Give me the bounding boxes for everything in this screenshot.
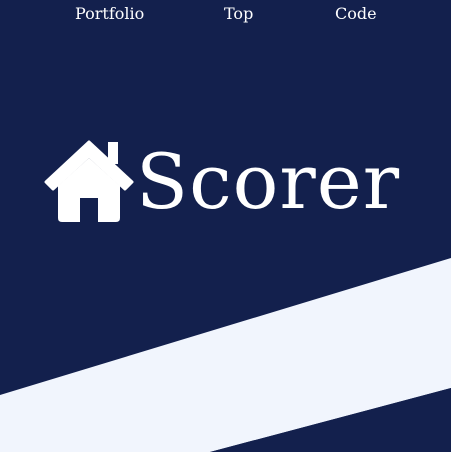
nav-top-link[interactable]: Top bbox=[224, 4, 253, 24]
house-icon bbox=[44, 140, 134, 222]
page: Portfolio Top Code Scorer bbox=[0, 0, 451, 452]
nav-portfolio-link[interactable]: Portfolio bbox=[75, 4, 144, 24]
top-nav: Portfolio Top Code bbox=[0, 0, 451, 30]
brand-title: Scorer bbox=[136, 137, 401, 226]
hero-logo: Scorer bbox=[44, 136, 424, 232]
nav-code-link[interactable]: Code bbox=[335, 4, 377, 24]
